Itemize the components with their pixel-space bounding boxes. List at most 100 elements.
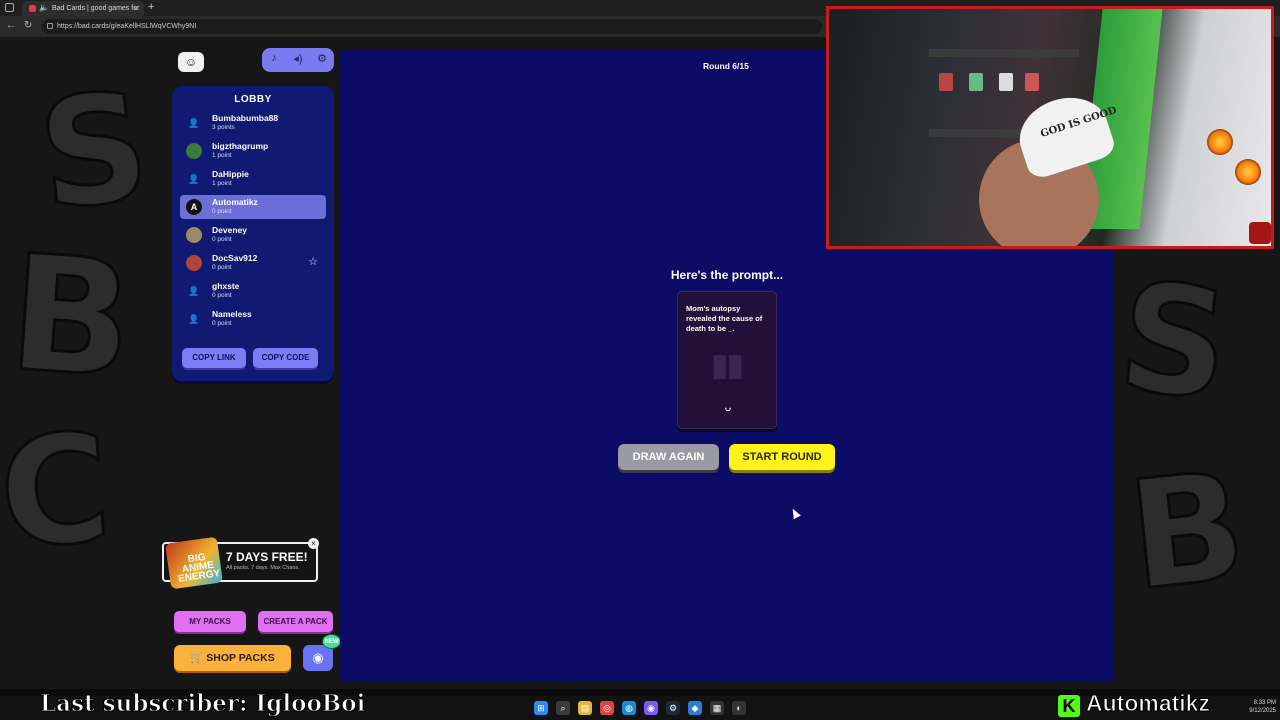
close-tab-icon[interactable]: ×: [133, 4, 138, 13]
graffiti-decor: C: [0, 400, 118, 584]
graffiti-decor: S: [30, 58, 159, 245]
player-row[interactable]: 👤 Bumbabumba88 3 points: [180, 111, 326, 135]
shop-packs-label: SHOP PACKS: [206, 652, 275, 664]
new-badge: NEW: [322, 634, 341, 649]
round-counter: Round 6/15: [703, 61, 749, 71]
graffiti-decor: S: [1110, 248, 1239, 435]
a-logo-avatar: A: [186, 199, 202, 215]
player-name: Deveney: [212, 225, 247, 235]
pc-fan: [1207, 129, 1233, 155]
draw-again-button[interactable]: DRAW AGAIN: [618, 444, 719, 470]
edge-icon[interactable]: ◍: [622, 701, 636, 715]
system-clock[interactable]: 8:33 PM 9/12/2025: [1240, 699, 1276, 715]
my-packs-button[interactable]: MY PACKS: [174, 611, 246, 632]
player-row[interactable]: bigzthagrump 1 point: [180, 139, 326, 163]
photo-avatar: [186, 255, 202, 271]
kick-logo-icon: K: [1058, 695, 1080, 717]
player-name: DocSav912: [212, 253, 258, 263]
close-icon[interactable]: ×: [308, 538, 319, 549]
search-icon[interactable]: ⌕: [556, 701, 570, 715]
promo-banner[interactable]: BIG ANIME ENERGY 7 DAYS FREE! All packs.…: [162, 536, 319, 590]
back-icon[interactable]: ←: [6, 20, 16, 31]
music-note-icon[interactable]: ♪: [266, 52, 282, 64]
card-watermark: ▮▮: [711, 349, 743, 382]
shop-packs-button[interactable]: 🛒 SHOP PACKS: [174, 645, 291, 671]
toy-box: [969, 73, 983, 91]
prompt-card-text: Mom's autopsy revealed the cause of deat…: [686, 304, 763, 333]
audio-toolbar: ♪ ◂) ⚙: [262, 48, 334, 72]
last-subscriber-overlay: Last subscriber: IglooBoi: [39, 690, 366, 718]
tab-title: Bad Cards | good games for: [52, 5, 140, 12]
url-field[interactable]: https://bad.cards/g/eaKellHSLlWqVCWhy9NI: [42, 19, 822, 34]
player-name: Nameless: [212, 309, 252, 319]
favicon-icon: [29, 5, 36, 12]
lock-icon: [47, 23, 53, 29]
speaker-icon[interactable]: 🔈: [39, 3, 49, 12]
photo-avatar: [186, 227, 202, 243]
promo-art-text: BIG ANIME ENERGY: [177, 551, 221, 585]
chrome-icon[interactable]: ◎: [600, 701, 614, 715]
lobby-panel: LOBBY 👤 Bumbabumba88 3 points bigzthagru…: [172, 86, 334, 381]
folder-icon[interactable]: ▤: [578, 701, 592, 715]
player-row[interactable]: 👤 Nameless 0 point: [180, 307, 326, 331]
player-points: 0 point: [212, 264, 232, 271]
player-points: 1 point: [212, 152, 232, 159]
player-row[interactable]: DocSav912 0 point ☆: [180, 251, 326, 275]
webcam-overlay: GOD IS GOOD: [826, 6, 1274, 249]
toy-box: [939, 73, 953, 91]
discord-button[interactable]: ◉: [303, 645, 333, 671]
player-points: 0 point: [212, 236, 232, 243]
speaker-icon[interactable]: ◂): [290, 52, 306, 65]
discord-icon: ◉: [312, 650, 324, 665]
shelf: [929, 49, 1079, 57]
player-name: bigzthagrump: [212, 141, 269, 151]
toy-box: [1025, 73, 1039, 91]
player-points: 3 points: [212, 124, 235, 131]
player-row[interactable]: 👤 ghxste 0 point: [180, 279, 326, 303]
frog-avatar: [186, 143, 202, 159]
create-pack-button[interactable]: CREATE A PACK: [258, 611, 333, 632]
prompt-card: Mom's autopsy revealed the cause of deat…: [677, 291, 777, 429]
player-name: DaHippie: [212, 169, 249, 179]
cart-icon: 🛒: [190, 652, 204, 664]
start-round-button[interactable]: START ROUND: [729, 444, 835, 470]
promo-subtitle: All packs. 7 days. Max Chaos.: [226, 565, 300, 571]
player-points: 0 point: [212, 208, 232, 215]
bad-cards-logo-icon: ᴗ: [724, 400, 732, 414]
browser-tab[interactable]: 🔈 Bad Cards | good games for ×: [22, 1, 144, 16]
lobby-title: LOBBY: [234, 94, 272, 105]
graffiti-decor: B: [1120, 438, 1255, 626]
new-tab-icon[interactable]: +: [148, 1, 154, 13]
person-icon: 👤: [188, 118, 200, 128]
steam-icon[interactable]: ⚙: [666, 701, 680, 715]
app-icon[interactable]: ▦: [710, 701, 724, 715]
player-points: 0 point: [212, 320, 232, 327]
discord-app-icon[interactable]: ◉: [644, 701, 658, 715]
copy-code-button[interactable]: COPY CODE: [253, 348, 318, 368]
streamer-name: Automatikz: [1086, 690, 1211, 717]
person-icon: 👤: [188, 286, 200, 296]
copy-link-button[interactable]: COPY LINK: [182, 348, 246, 368]
pc-fan: [1235, 159, 1261, 185]
app-icon[interactable]: ◆: [688, 701, 702, 715]
person-icon: 👤: [188, 174, 200, 184]
player-row-selected[interactable]: A Automatikz 0 point: [180, 195, 326, 219]
clock-date: 9/12/2025: [1249, 708, 1276, 714]
gear-icon[interactable]: ⚙: [314, 52, 330, 65]
player-row[interactable]: Deveney 0 point: [180, 223, 326, 247]
player-name: ghxste: [212, 281, 240, 291]
tab-actions-icon[interactable]: [5, 3, 14, 12]
bad-cards-logo[interactable]: ☺: [178, 52, 204, 72]
reload-icon[interactable]: ↻: [24, 20, 32, 31]
player-points: 1 point: [212, 180, 232, 187]
graffiti-decor: B: [2, 217, 140, 415]
star-icon[interactable]: ☆: [308, 255, 318, 268]
start-icon[interactable]: ⊞: [534, 701, 548, 715]
player-points: 0 point: [212, 292, 232, 299]
url-text: https://bad.cards/g/eaKellHSLlWqVCWhy9NI: [57, 23, 197, 30]
player-name: Bumbabumba88: [212, 113, 279, 123]
obs-icon[interactable]: ◐: [732, 701, 746, 715]
channel-logo: [1249, 222, 1271, 244]
player-row[interactable]: 👤 DaHippie 1 point: [180, 167, 326, 191]
promo-title: 7 DAYS FREE!: [226, 550, 308, 564]
